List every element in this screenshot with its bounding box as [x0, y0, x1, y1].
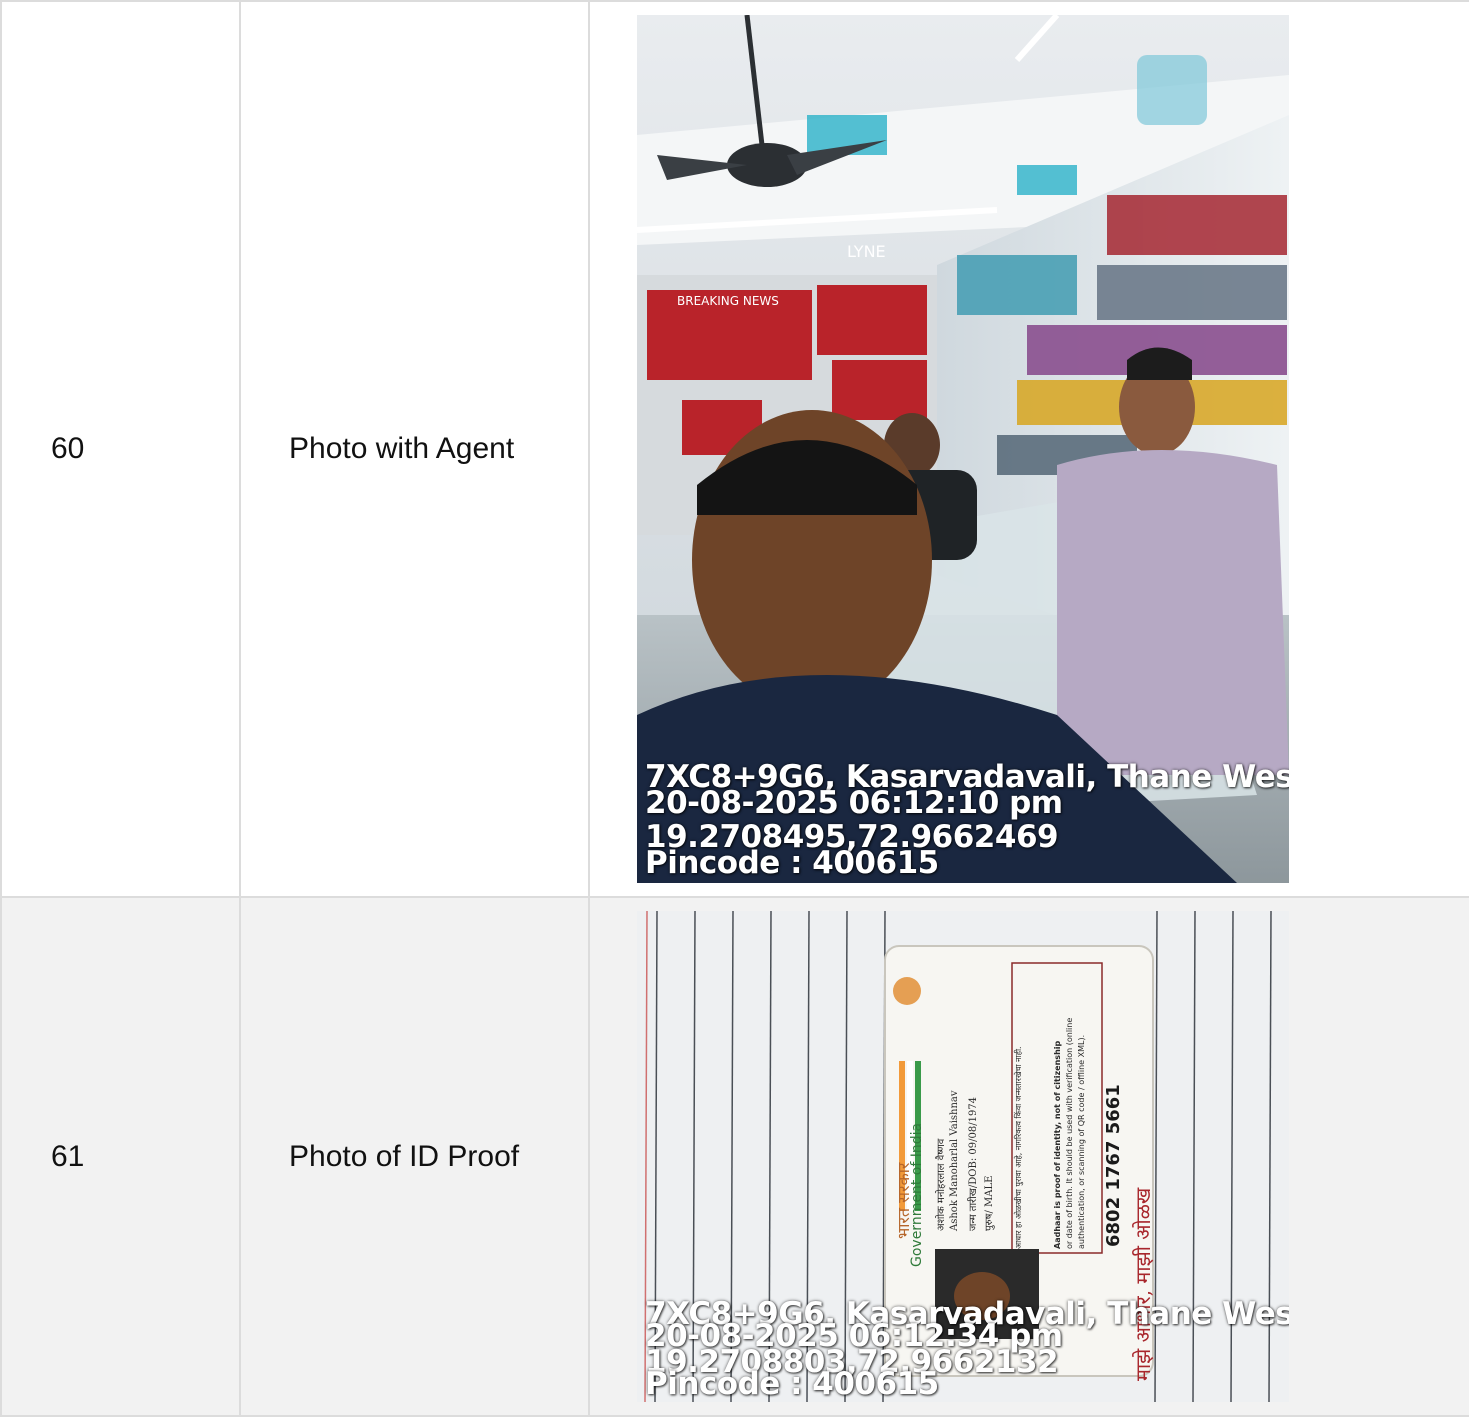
- photo-report-table: 60 Photo with Agent BREAKING NEWS LYNE 7…: [0, 0, 1469, 1417]
- tv-banner-text: BREAKING NEWS: [677, 294, 779, 308]
- card-notice-english-2: or date of birth. It should be used with…: [1065, 1017, 1074, 1249]
- photo-cell: BREAKING NEWS LYNE 7XC8+9G6, Kasarvadava…: [588, 0, 1469, 898]
- shop-sign-text: LYNE: [847, 242, 886, 261]
- agent-photo[interactable]: BREAKING NEWS LYNE 7XC8+9G6, Kasarvadava…: [637, 15, 1289, 883]
- photo-cell: भारत सरकार Government of India अशोक मनोह…: [588, 896, 1469, 1417]
- card-gov-english: Government of India: [909, 1122, 925, 1267]
- row-number: 61: [0, 896, 241, 1417]
- table-row: 61 Photo of ID Proof भारत सरकार Governme…: [0, 896, 1469, 1417]
- card-gender: पुरुष/ MALE: [984, 1175, 995, 1231]
- card-notice-english: Aadhaar is proof of identity, not of cit…: [1053, 1040, 1062, 1249]
- row-label: Photo with Agent: [239, 0, 590, 898]
- row-label: Photo of ID Proof: [239, 896, 590, 1417]
- card-name-english: Ashok Manoharlal Vaishnav: [949, 1090, 960, 1231]
- card-aadhaar-number: 6802 1767 5661: [1103, 1084, 1124, 1247]
- id-proof-photo[interactable]: भारत सरकार Government of India अशोक मनोह…: [637, 911, 1289, 1402]
- photo-datetime-stamp: 20-08-2025 06:12:10 pm: [645, 785, 1063, 821]
- shop-scene-image: BREAKING NEWS LYNE: [637, 15, 1289, 883]
- row-number: 60: [0, 0, 241, 898]
- card-dob: जन्म तारीख/DOB: 09/08/1974: [968, 1096, 979, 1231]
- table-row: 60 Photo with Agent BREAKING NEWS LYNE 7…: [0, 0, 1469, 898]
- photo-pincode-stamp: Pincode : 400615: [645, 1366, 939, 1402]
- photo-pincode-stamp: Pincode : 400615: [645, 845, 939, 881]
- card-tagline: माझे आधार, माझी ओळख: [1131, 1187, 1155, 1381]
- card-name-hindi: अशोक मनोहरलाल वैष्णव: [936, 1138, 947, 1231]
- card-notice-hindi: आधार हा ओळखीचा पुरावा आहे, नागरिकत्व किं…: [1014, 1046, 1023, 1249]
- card-notice-english-3: authentication, or scanning of QR code /…: [1077, 1034, 1086, 1249]
